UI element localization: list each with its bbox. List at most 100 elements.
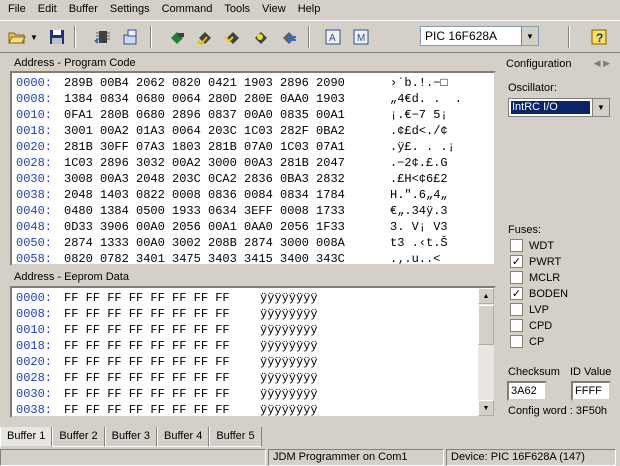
row-address: 0030: (16, 172, 53, 186)
fuse-checkbox[interactable]: ✓ (510, 255, 523, 268)
fuse-checkbox[interactable] (510, 319, 523, 332)
menu-settings[interactable]: Settings (104, 0, 156, 19)
hex-row[interactable]: 0018: FF FF FF FF FF FF FF FF ÿÿÿÿÿÿÿÿ (12, 338, 494, 354)
hex-row[interactable]: 0008: 1384 0834 0680 0064 280D 280E 0AA0 … (12, 91, 494, 107)
row-bytes[interactable]: FF FF FF FF FF FF FF FF (64, 338, 230, 354)
row-ascii: ›´b.!.−□ (390, 76, 448, 90)
row-bytes[interactable]: 1C03 2896 3032 00A2 3000 00A3 281B 2047 (64, 155, 345, 171)
panel-nav-arrows-icon[interactable]: ◀ ▶ (594, 58, 610, 69)
menu-view[interactable]: View (256, 0, 292, 19)
id-value-field[interactable]: FFFF (571, 381, 611, 401)
hex-row[interactable]: 0038: FF FF FF FF FF FF FF FF ÿÿÿÿÿÿÿÿ (12, 402, 494, 417)
fuse-boden[interactable]: ✓ BODEN (510, 287, 568, 300)
row-bytes[interactable]: 0480 1384 0500 1933 0634 3EFF 0008 1733 (64, 203, 345, 219)
scroll-down-icon[interactable]: ▼ (478, 400, 494, 416)
hex-row[interactable]: 0030: FF FF FF FF FF FF FF FF ÿÿÿÿÿÿÿÿ (12, 386, 494, 402)
fuse-wdt[interactable]: WDT (510, 239, 554, 252)
row-bytes[interactable]: FF FF FF FF FF FF FF FF (64, 370, 230, 386)
hex-row[interactable]: 0028: FF FF FF FF FF FF FF FF ÿÿÿÿÿÿÿÿ (12, 370, 494, 386)
device-a-icon[interactable]: A (322, 27, 344, 47)
row-bytes[interactable]: 2048 1403 0822 0008 0836 0084 0834 1784 (64, 187, 345, 203)
row-bytes[interactable]: FF FF FF FF FF FF FF FF (64, 354, 230, 370)
row-bytes[interactable]: FF FF FF FF FF FF FF FF (64, 402, 230, 416)
hex-row[interactable]: 0030: 3008 00A3 2048 203C 0CA2 2836 0BA3 … (12, 171, 494, 187)
erase-icon[interactable] (166, 27, 188, 47)
fuse-checkbox[interactable] (510, 335, 523, 348)
scrollbar-thumb[interactable] (478, 305, 494, 345)
row-bytes[interactable]: FF FF FF FF FF FF FF FF (64, 322, 230, 338)
help-icon[interactable]: ? (588, 27, 610, 47)
chevron-down-icon[interactable]: ▼ (592, 99, 609, 116)
chevron-down-icon[interactable]: ▼ (521, 27, 538, 45)
menu-edit[interactable]: Edit (32, 0, 63, 19)
write-device-icon[interactable] (120, 27, 142, 47)
fuse-lvp[interactable]: LVP (510, 303, 549, 316)
tab-buffer-2[interactable]: Buffer 2 (52, 427, 105, 447)
fuse-checkbox[interactable] (510, 239, 523, 252)
blank-check-icon[interactable] (250, 27, 272, 47)
row-address: 0028: (16, 156, 53, 170)
fuse-pwrt[interactable]: ✓ PWRT (510, 255, 561, 268)
hex-row[interactable]: 0050: 2874 1333 00A0 3002 208B 2874 3000 … (12, 235, 494, 251)
hex-row[interactable]: 0018: 3001 00A2 01A3 0064 203C 1C03 282F … (12, 123, 494, 139)
hex-row[interactable]: 0020: 281B 30FF 07A3 1803 281B 07A0 1C03 … (12, 139, 494, 155)
hex-row[interactable]: 0010: FF FF FF FF FF FF FF FF ÿÿÿÿÿÿÿÿ (12, 322, 494, 338)
tab-buffer-1[interactable]: Buffer 1 (0, 427, 53, 447)
row-ascii: .£H<¢6£2 (390, 172, 448, 186)
row-bytes[interactable]: 289B 00B4 2062 0820 0421 1903 2896 2090 (64, 75, 345, 91)
menu-tools[interactable]: Tools (218, 0, 256, 19)
row-bytes[interactable]: 1384 0834 0680 0064 280D 280E 0AA0 1903 (64, 91, 345, 107)
row-bytes[interactable]: 3008 00A3 2048 203C 0CA2 2836 0BA3 2832 (64, 171, 345, 187)
hex-row[interactable]: 0000: 289B 00B4 2062 0820 0421 1903 2896 … (12, 75, 494, 91)
fuse-checkbox[interactable] (510, 271, 523, 284)
eeprom-scrollbar[interactable]: ▲ ▼ (478, 288, 494, 416)
toolbar-separator (308, 26, 310, 48)
hex-row[interactable]: 0028: 1C03 2896 3032 00A2 3000 00A3 281B … (12, 155, 494, 171)
program-code-grid[interactable]: 0000: 289B 00B4 2062 0820 0421 1903 2896 … (10, 71, 496, 266)
row-bytes[interactable]: FF FF FF FF FF FF FF FF (64, 290, 230, 306)
hex-row[interactable]: 0020: FF FF FF FF FF FF FF FF ÿÿÿÿÿÿÿÿ (12, 354, 494, 370)
hex-row[interactable]: 0038: 2048 1403 0822 0008 0836 0084 0834 … (12, 187, 494, 203)
open-icon[interactable] (6, 27, 28, 47)
open-dropdown-icon[interactable]: ▼ (28, 27, 40, 47)
fuse-cpd[interactable]: CPD (510, 319, 552, 332)
menu-buffer[interactable]: Buffer (63, 0, 104, 19)
verify-icon[interactable] (194, 27, 216, 47)
svg-text:?: ? (596, 31, 603, 45)
fuse-checkbox[interactable]: ✓ (510, 287, 523, 300)
hex-row[interactable]: 0010: 0FA1 280B 0680 2896 0837 00A0 0835 … (12, 107, 494, 123)
scroll-up-icon[interactable]: ▲ (478, 288, 494, 304)
hex-row[interactable]: 0000: FF FF FF FF FF FF FF FF ÿÿÿÿÿÿÿÿ (12, 290, 494, 306)
row-bytes[interactable]: 281B 30FF 07A3 1803 281B 07A0 1C03 07A1 (64, 139, 345, 155)
row-bytes[interactable]: FF FF FF FF FF FF FF FF (64, 306, 230, 322)
menu-command[interactable]: Command (156, 0, 219, 19)
row-bytes[interactable]: FF FF FF FF FF FF FF FF (64, 386, 230, 402)
hex-row[interactable]: 0048: 0D33 3906 00A0 2056 00A1 0AA0 2056 … (12, 219, 494, 235)
run-icon[interactable] (278, 27, 300, 47)
row-bytes[interactable]: 3001 00A2 01A3 0064 203C 1C03 282F 0BA2 (64, 123, 345, 139)
save-icon[interactable] (46, 27, 68, 47)
read-device-icon[interactable] (92, 27, 114, 47)
eeprom-data-grid[interactable]: 0000: FF FF FF FF FF FF FF FF ÿÿÿÿÿÿÿÿ 0008… (10, 286, 496, 418)
fuse-checkbox[interactable] (510, 303, 523, 316)
program-icon[interactable] (222, 27, 244, 47)
tab-buffer-5[interactable]: Buffer 5 (209, 427, 262, 447)
row-bytes[interactable]: 0FA1 280B 0680 2896 0837 00A0 0835 00A1 (64, 107, 345, 123)
tab-buffer-3[interactable]: Buffer 3 (104, 427, 157, 447)
hex-row[interactable]: 0058: 0820 0782 3401 3475 3403 3415 3400 … (12, 251, 494, 264)
fuse-mclr[interactable]: MCLR (510, 271, 560, 284)
tab-buffer-4[interactable]: Buffer 4 (156, 427, 210, 447)
device-select[interactable]: PIC 16F628A ▼ (420, 26, 539, 46)
fuse-cp[interactable]: CP (510, 335, 544, 348)
oscillator-select[interactable]: IntRC I/O ▼ (508, 98, 610, 117)
row-bytes[interactable]: 2874 1333 00A0 3002 208B 2874 3000 008A (64, 235, 345, 251)
menu-file[interactable]: File (2, 0, 32, 19)
device-b-icon[interactable]: M (350, 27, 372, 47)
row-bytes[interactable]: 0D33 3906 00A0 2056 00A1 0AA0 2056 1F33 (64, 219, 345, 235)
hex-row[interactable]: 0008: FF FF FF FF FF FF FF FF ÿÿÿÿÿÿÿÿ (12, 306, 494, 322)
row-bytes[interactable]: 0820 0782 3401 3475 3403 3415 3400 343C (64, 251, 345, 264)
menu-help[interactable]: Help (292, 0, 327, 19)
hex-row[interactable]: 0040: 0480 1384 0500 1933 0634 3EFF 0008 … (12, 203, 494, 219)
row-ascii: ÿÿÿÿÿÿÿÿ (260, 371, 318, 385)
row-ascii: ÿÿÿÿÿÿÿÿ (260, 403, 318, 417)
